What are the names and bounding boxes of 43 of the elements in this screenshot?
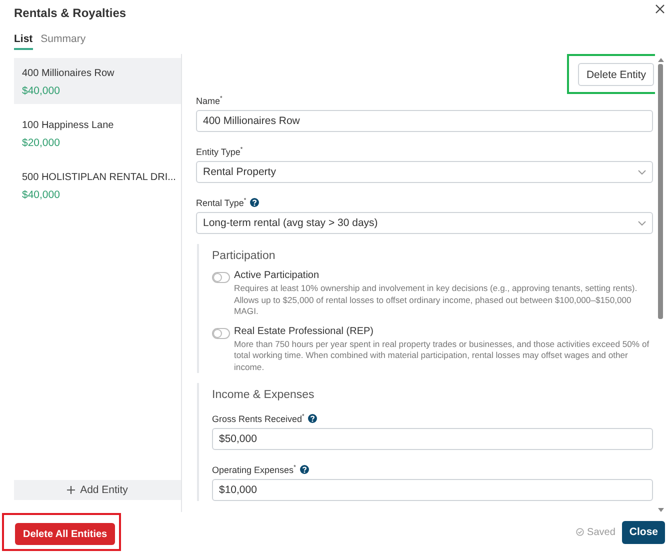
input-field[interactable]: $50,000 [212,428,653,450]
field-label: Operating Expenses$^{*}$ [212,465,296,475]
entity-list-item[interactable]: 500 HOLISTIPLAN RENTAL DRI... $40,000 [14,162,181,208]
help-icon[interactable] [300,465,309,474]
close-button[interactable]: Close [622,520,665,544]
plus-icon [67,486,76,494]
tab[interactable]: Summary [40,33,86,50]
check-circle-icon [576,528,584,536]
toggle-label: Active Participation [234,270,320,281]
entity-name: 400 Millionaires Row [22,68,114,79]
section-heading: Participation [212,250,276,262]
entity-amount: $40,000 [22,85,60,97]
delete-all-entities-button[interactable]: Delete All Entities [15,523,116,545]
dialog-title: Rentals & Royalties [14,6,126,20]
toggle-description: More than 750 hours per year spent in real property trades or businesses, and those activities exceed 50% of total working time. When combined with material participation, rental losses may offset wages and other income. [234,338,650,373]
select-field[interactable]: Long-term rental (avg stay > 30 days) [196,212,653,234]
entity-amount: $20,000 [22,137,60,149]
input-field[interactable]: 400 Millionaires Row [196,110,653,132]
tab[interactable]: List [14,33,33,50]
help-icon[interactable] [250,198,260,207]
entity-name: 500 HOLISTIPLAN RENTAL DRI... [22,172,176,183]
saved-status: Saved [587,526,616,538]
entity-name: 100 Happiness Lane [22,120,114,131]
entity-list-item[interactable]: 400 Millionaires Row $40,000 [14,58,181,104]
entity-amount: $40,000 [22,189,60,201]
chevron-icon [638,170,646,174]
field-label: Rental Type$^{*}$ [196,198,246,208]
toggle-description: Requires at least 10% ownership and involvement in key decisions (e.g., approving tenants, setting rents). Allows up to $25,000 of rental losses to offset ordinary income, phased out between $100,000–$150,000 MAGI. [234,283,638,318]
delete-entity-button[interactable]: Delete Entity [578,63,654,86]
section-heading: Income & Expenses [212,389,316,401]
toggle-label: Real Estate Professional (REP) [234,326,375,336]
field-label: Gross Rents Received$^{*}$ [212,414,304,424]
help-icon[interactable] [308,414,318,423]
input-field[interactable]: $10,000 [212,479,653,501]
toggle-switch[interactable] [212,328,230,338]
field-label: Entity Type$^{*}$ [196,147,243,157]
field-label: Name$^{*}$ [196,96,222,106]
entity-list-item[interactable]: 100 Happiness Lane $20,000 [14,110,181,156]
select-field[interactable]: Rental Property [196,161,653,183]
add-entity-button[interactable]: Add Entity [14,480,181,500]
chevron-icon [638,220,646,226]
close-icon[interactable] [655,4,665,14]
toggle-switch[interactable] [212,272,230,283]
